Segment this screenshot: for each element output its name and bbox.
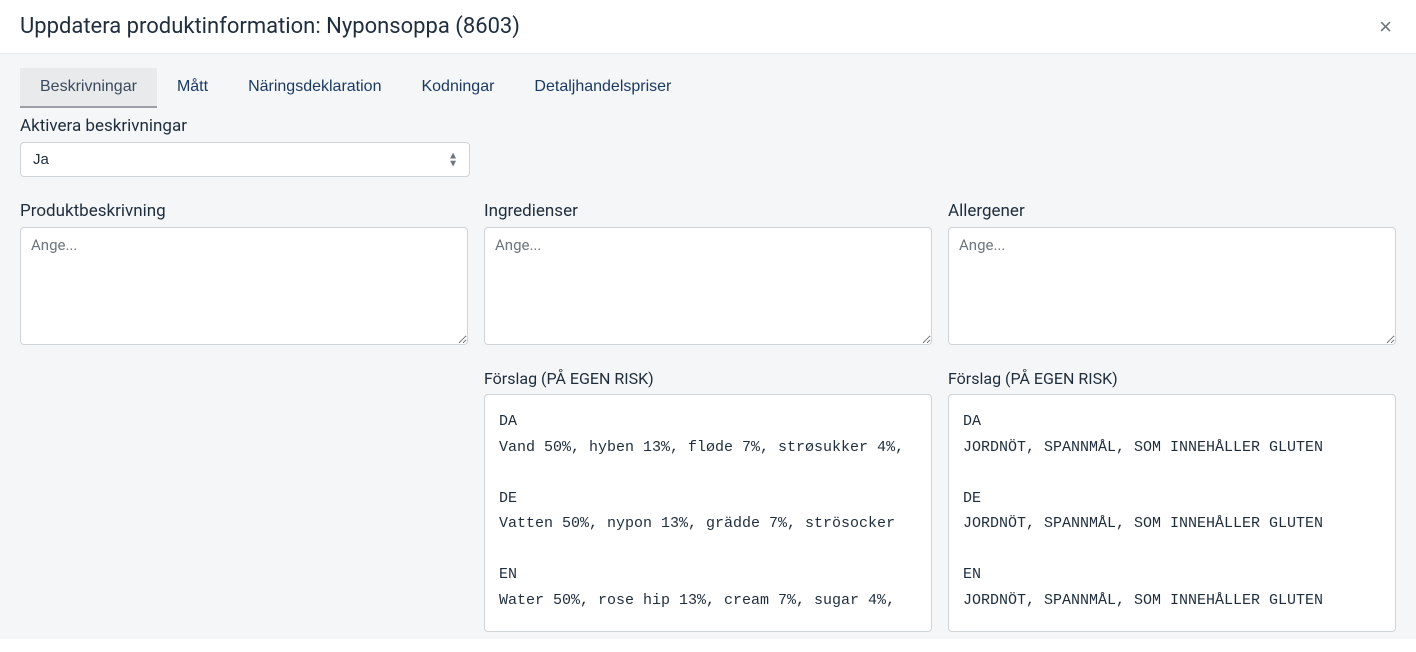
ingredients-suggestion-box: DA Vand 50%, hyben 13%, fløde 7%, strøsu… <box>484 394 932 632</box>
suggestion-text: JORDNÖT, SPANNMÅL, SOM INNEHÅLLER GLUTEN <box>963 592 1323 609</box>
suggestion-text: Vatten 50%, nypon 13%, grädde 7%, ströso… <box>499 515 895 532</box>
lang-code: DA <box>963 413 981 430</box>
activate-label: Aktivera beskrivningar <box>20 116 1396 136</box>
modal-header: Uppdatera produktinformation: Nyponsoppa… <box>0 0 1416 54</box>
modal-title: Uppdatera produktinformation: Nyponsoppa… <box>20 14 520 39</box>
allergens-suggestion-label: Förslag (PÅ EGEN RISK) <box>948 369 1396 388</box>
columns: Produktbeskrivning Ingredienser Förslag … <box>20 193 1396 632</box>
activate-select-wrapper: Ja ▲▼ <box>20 142 470 177</box>
tab-detaljhandelspriser[interactable]: Detaljhandelspriser <box>514 68 691 108</box>
col-product-description: Produktbeskrivning <box>20 193 468 632</box>
product-description-textarea[interactable] <box>20 227 468 345</box>
tab-kodningar[interactable]: Kodningar <box>401 68 514 108</box>
product-description-label: Produktbeskrivning <box>20 201 468 221</box>
activate-select[interactable]: Ja <box>20 142 470 177</box>
lang-code: DE <box>499 490 517 507</box>
col-ingredients: Ingredienser Förslag (PÅ EGEN RISK) DA V… <box>484 193 932 632</box>
suggestion-text: JORDNÖT, SPANNMÅL, SOM INNEHÅLLER GLUTEN <box>963 439 1323 456</box>
lang-code: EN <box>499 566 517 583</box>
allergens-textarea[interactable] <box>948 227 1396 345</box>
tab-matt[interactable]: Mått <box>157 68 228 108</box>
ingredients-textarea[interactable] <box>484 227 932 345</box>
tab-beskrivningar[interactable]: Beskrivningar <box>20 68 157 108</box>
suggestion-text: Water 50%, rose hip 13%, cream 7%, sugar… <box>499 592 895 609</box>
lang-code: DA <box>499 413 517 430</box>
suggestion-text: JORDNÖT, SPANNMÅL, SOM INNEHÅLLER GLUTEN <box>963 515 1323 532</box>
close-button[interactable]: × <box>1375 16 1396 38</box>
allergens-suggestion-box: DA JORDNÖT, SPANNMÅL, SOM INNEHÅLLER GLU… <box>948 394 1396 632</box>
suggestion-text: Vand 50%, hyben 13%, fløde 7%, strøsukke… <box>499 439 904 456</box>
lang-code: EN <box>963 566 981 583</box>
lang-code: DE <box>963 490 981 507</box>
tab-naringsdeklaration[interactable]: Näringsdeklaration <box>228 68 401 108</box>
allergens-label: Allergener <box>948 201 1396 221</box>
modal-body: Beskrivningar Mått Näringsdeklaration Ko… <box>0 54 1416 639</box>
ingredients-suggestion-label: Förslag (PÅ EGEN RISK) <box>484 369 932 388</box>
ingredients-label: Ingredienser <box>484 201 932 221</box>
col-allergens: Allergener Förslag (PÅ EGEN RISK) DA JOR… <box>948 193 1396 632</box>
tabs: Beskrivningar Mått Näringsdeklaration Ko… <box>20 68 1396 108</box>
